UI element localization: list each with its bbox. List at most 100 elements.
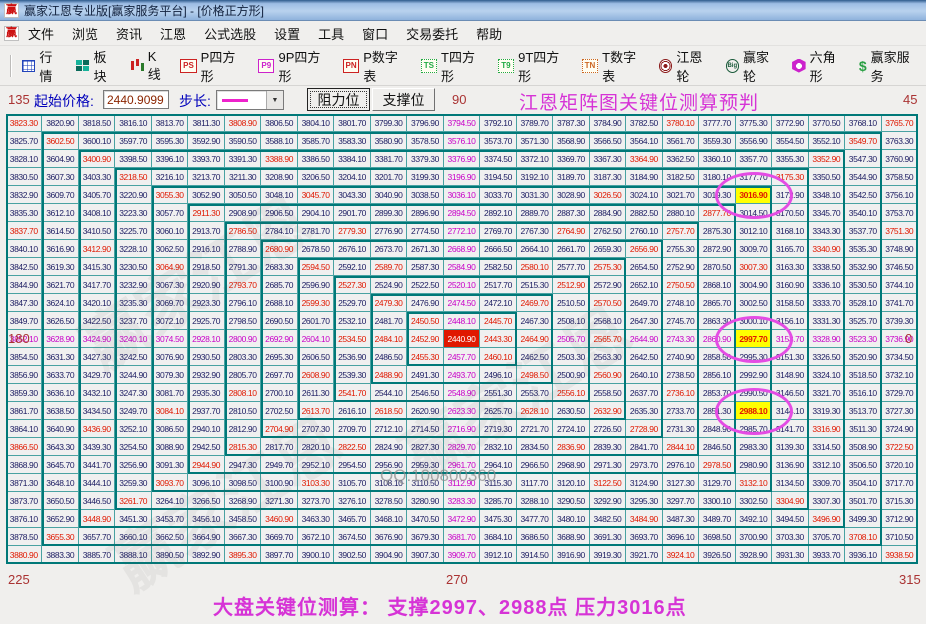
grid-cell: 3331.30 [808, 312, 846, 330]
start-price-input[interactable] [103, 90, 169, 109]
grid-cell: 2505.70 [553, 330, 590, 348]
grid-cell: 2565.70 [589, 330, 627, 348]
grid-cell: 3801.70 [334, 114, 371, 132]
toolbar-item-6[interactable]: PN P数字表 [337, 44, 415, 88]
toolbar-item-1[interactable]: 行情 [16, 44, 70, 88]
grid-cell: 3816.10 [115, 114, 152, 132]
grid-cell: 2978.50 [699, 456, 736, 474]
grid-cell: 3784.90 [589, 114, 627, 132]
toolbar-item-10[interactable]: 江恩轮 [653, 44, 720, 88]
grid-cell: 2793.70 [224, 276, 262, 294]
grid-cell: 3679.30 [407, 528, 444, 546]
grid-cell: 3900.10 [297, 546, 335, 564]
grid-cell: 2551.30 [480, 384, 517, 402]
grid-cell: 2671.30 [407, 240, 444, 258]
grid-cell: 3720.10 [881, 456, 918, 474]
grid-cell: 2985.70 [735, 420, 773, 438]
grid-cell: 2476.90 [407, 294, 444, 312]
grid-cell: 2764.90 [553, 222, 590, 240]
grid-cell: 3348.10 [808, 186, 846, 204]
menu-item-7[interactable]: 工具 [309, 22, 353, 45]
step-label: 步长: [179, 93, 211, 109]
toolbar-separator [10, 54, 12, 77]
grid-cell: 3458.50 [224, 510, 262, 528]
toolbar-item-5[interactable]: P9 9P四方形 [252, 44, 337, 88]
grid-cell: 3254.50 [115, 438, 152, 456]
grid-cell: 3775.30 [735, 114, 773, 132]
grid-cell: 3019.30 [699, 186, 736, 204]
grid-cell: 3048.10 [261, 186, 298, 204]
grid-cell: 3921.70 [626, 546, 663, 564]
grid-cell: 3811.30 [188, 114, 225, 132]
grid-cell: 3640.90 [42, 420, 79, 438]
menu-item-9[interactable]: 交易委托 [397, 22, 467, 45]
grid-cell: 2606.50 [297, 348, 335, 366]
grid-cell: 3607.30 [42, 168, 79, 186]
toolbar-item-7[interactable]: TS T四方形 [415, 44, 492, 88]
step-line-select[interactable]: ▼ [216, 90, 284, 110]
toolbar-item-2[interactable]: 板块 [70, 44, 124, 88]
grid-cell: 3321.70 [808, 384, 846, 402]
grid-cell: 3892.90 [188, 546, 225, 564]
grid-cell: 3578.50 [407, 132, 444, 150]
grid-cell: 3739.30 [881, 312, 918, 330]
grid-cell: 3364.90 [626, 150, 663, 168]
grid-cell: 3271.30 [261, 492, 298, 510]
grid-cell: 3280.90 [407, 492, 444, 510]
grid-cell: 3703.30 [772, 528, 809, 546]
grid-cell: 3314.50 [808, 438, 846, 456]
menu-item-5[interactable]: 公式选股 [195, 22, 265, 45]
grid-cell: 3252.10 [115, 420, 152, 438]
grid-cell: 2894.50 [443, 204, 481, 222]
grid-cell: 3676.90 [370, 528, 408, 546]
grid-cell: 3667.30 [224, 528, 262, 546]
compass-label-90: 90 [452, 92, 467, 107]
grid-cell: 2844.10 [662, 438, 700, 456]
grid-cell: 3638.50 [42, 402, 79, 420]
toolbar-item-13[interactable]: $ 赢家服务 [853, 44, 926, 88]
grid-cell: 3688.90 [553, 528, 590, 546]
menu-item-3[interactable]: 资讯 [107, 22, 151, 45]
dropdown-arrow-icon[interactable]: ▼ [266, 91, 283, 109]
grid-cell: 3854.50 [6, 348, 43, 366]
grid-cell: 2491.30 [407, 366, 444, 384]
menu-item-2[interactable]: 浏览 [63, 22, 107, 45]
toolbar-item-label: T数字表 [602, 49, 637, 84]
grid-cell: 2726.50 [589, 420, 627, 438]
grid-cell: 2875.30 [699, 222, 736, 240]
grid-cell: 3108.10 [370, 474, 408, 492]
grid-cell: 3170.50 [772, 204, 809, 222]
grid-cell: 3612.10 [42, 204, 79, 222]
menu-item-4[interactable]: 江恩 [151, 22, 195, 45]
menu-item-1[interactable]: 文件 [19, 22, 63, 45]
toolbar-item-8[interactable]: T9 9T四方形 [492, 44, 576, 88]
support-button[interactable]: 支撑位 [372, 88, 435, 111]
grid-cell: 3705.70 [808, 528, 846, 546]
menu-item-6[interactable]: 设置 [265, 22, 309, 45]
toolbar-item-4[interactable]: PS P四方形 [174, 44, 252, 88]
grid-cell: 3237.70 [115, 312, 152, 330]
grid-cell: 2716.90 [443, 420, 481, 438]
grid-cell: 3168.10 [772, 222, 809, 240]
toolbar-item-3[interactable]: K线 [124, 46, 174, 86]
grid-cell: 3355.30 [772, 150, 809, 168]
menu-item-8[interactable]: 窗口 [353, 22, 397, 45]
grid-cell: 3319.30 [808, 402, 846, 420]
grid-cell: 3717.70 [881, 474, 918, 492]
toolbar-item-12[interactable]: 六角形 [786, 44, 853, 88]
grid-cell: 3931.30 [772, 546, 809, 564]
grid-cell: 3602.50 [42, 132, 79, 150]
grid-cell: 3662.50 [151, 528, 189, 546]
grid-cell: 3804.10 [297, 114, 335, 132]
tn-badge-icon: TN [581, 58, 599, 73]
grid-cell: 3700.90 [735, 528, 773, 546]
grid-cell: 3684.10 [480, 528, 517, 546]
grid-cell: 3050.50 [224, 186, 262, 204]
resistance-button[interactable]: 阻力位 [307, 88, 370, 111]
grid-cell: 2498.50 [516, 366, 554, 384]
menu-item-10[interactable]: 帮助 [467, 22, 511, 45]
grid-cell: 2587.30 [407, 258, 444, 276]
toolbar-item-9[interactable]: TN T数字表 [576, 44, 653, 88]
grid-cell: 3067.30 [151, 276, 189, 294]
toolbar-item-11[interactable]: Big 赢家轮 [720, 44, 787, 88]
